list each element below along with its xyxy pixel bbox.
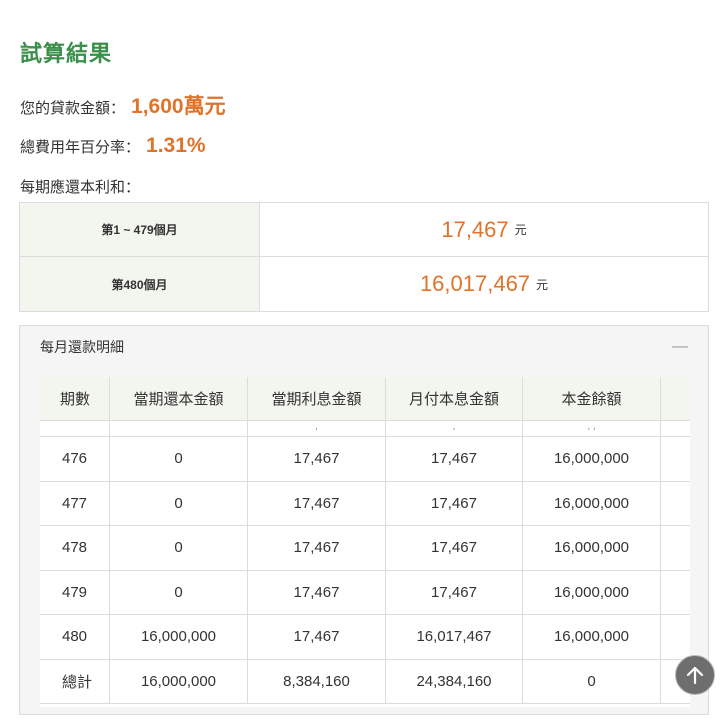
cell-principal: 16,000,000 xyxy=(110,615,248,659)
cell-overflow xyxy=(661,571,690,615)
summary-amount: 16,017,467 xyxy=(419,271,531,296)
apr-label: 總費用年百分率： xyxy=(20,139,141,156)
header-principal: 當期還本金額 xyxy=(110,377,248,420)
apr-value: 1.31% xyxy=(146,134,206,157)
summary-amount: 17,467 xyxy=(441,216,509,242)
cell-principal: 0 xyxy=(110,437,248,481)
cell-interest: 17,467 xyxy=(248,526,386,570)
collapse-icon[interactable]: — xyxy=(672,338,688,356)
cell-period: 479 xyxy=(40,570,110,614)
table-row: 479 0 17,467 17,467 16,000,000 xyxy=(40,570,690,615)
cell-payment: 24,384,160 xyxy=(386,659,523,703)
table-row-clipped: , , , , xyxy=(40,421,690,437)
summary-period: 第480個月 xyxy=(20,257,260,311)
summary-unit: 元 xyxy=(536,277,549,292)
table-row-total: 總計 16,000,000 8,384,160 24,384,160 0 xyxy=(40,659,690,704)
cell xyxy=(661,421,690,436)
cell-balance: 16,000,000 xyxy=(523,570,661,614)
cell-period: 總計 xyxy=(40,659,110,703)
page-title: 試算結果 xyxy=(20,41,113,66)
cell-overflow xyxy=(661,437,690,481)
cell-balance: 0 xyxy=(523,659,661,703)
header-period: 期數 xyxy=(40,377,110,420)
header-interest: 當期利息金額 xyxy=(248,377,386,420)
cell-principal: 0 xyxy=(110,481,248,525)
cell: , xyxy=(386,421,523,436)
cell-payment: 17,467 xyxy=(386,481,523,525)
summary-row: 第1 ~ 479個月 17,467 元 xyxy=(20,203,708,257)
summary-amount-cell: 17,467 元 xyxy=(260,203,708,256)
cell-interest: 17,467 xyxy=(248,615,386,659)
summary-amount-cell: 16,017,467 元 xyxy=(260,257,708,311)
cell-principal: 0 xyxy=(110,526,248,570)
cell-period: 480 xyxy=(40,615,110,659)
arrow-up-icon xyxy=(686,666,704,685)
cell-balance: 16,000,000 xyxy=(523,437,661,481)
cell-principal: 16,000,000 xyxy=(110,659,248,703)
cell-interest: 17,467 xyxy=(248,481,386,525)
loan-amount-value: 1,600萬元 xyxy=(131,95,226,118)
cell xyxy=(110,421,248,436)
header-payment: 月付本息金額 xyxy=(386,377,523,420)
cell-overflow xyxy=(661,526,690,570)
cell-balance: 16,000,000 xyxy=(523,526,661,570)
repayment-table[interactable]: 期數 當期還本金額 當期利息金額 月付本息金額 本金餘額 , , , , 476… xyxy=(40,377,690,707)
cell-overflow xyxy=(661,615,690,659)
cell-period: 477 xyxy=(40,481,110,525)
table-header: 期數 當期還本金額 當期利息金額 月付本息金額 本金餘額 xyxy=(40,377,690,421)
cell-period: 478 xyxy=(40,526,110,570)
table-row: 478 0 17,467 17,467 16,000,000 xyxy=(40,526,690,571)
cell-interest: 8,384,160 xyxy=(248,659,386,703)
cell: , xyxy=(248,421,386,436)
cell-balance: 16,000,000 xyxy=(523,615,661,659)
cell xyxy=(40,421,110,436)
summary-period: 第1 ~ 479個月 xyxy=(20,203,260,256)
summary-row: 第480個月 16,017,467 元 xyxy=(20,257,708,311)
cell-payment: 16,017,467 xyxy=(386,615,523,659)
cell-interest: 17,467 xyxy=(248,437,386,481)
table-row: 476 0 17,467 17,467 16,000,000 xyxy=(40,437,690,482)
table-row: 480 16,000,000 17,467 16,017,467 16,000,… xyxy=(40,615,690,660)
cell-principal: 0 xyxy=(110,570,248,614)
panel-header[interactable]: 每月還款明細 — xyxy=(20,326,708,368)
cell-payment: 17,467 xyxy=(386,526,523,570)
installment-summary-table: 第1 ~ 479個月 17,467 元 第480個月 16,017,467 元 xyxy=(19,202,709,312)
scroll-to-top-button[interactable] xyxy=(675,655,715,695)
cell-payment: 17,467 xyxy=(386,570,523,614)
summary-unit: 元 xyxy=(514,223,527,237)
header-overflow xyxy=(661,377,690,420)
cell: , , xyxy=(523,421,661,436)
loan-amount-label: 您的貸款金額： xyxy=(20,100,126,117)
cell-period: 476 xyxy=(40,437,110,481)
cell-overflow xyxy=(661,482,690,526)
cell-interest: 17,467 xyxy=(248,570,386,614)
cell-balance: 16,000,000 xyxy=(523,481,661,525)
table-row: 477 0 17,467 17,467 16,000,000 xyxy=(40,481,690,526)
cell-payment: 17,467 xyxy=(386,437,523,481)
loan-amount-row: 您的貸款金額： 1,600萬元 xyxy=(20,90,226,120)
repayment-detail-panel: 每月還款明細 — 期數 當期還本金額 當期利息金額 月付本息金額 本金餘額 , … xyxy=(19,325,709,715)
header-balance: 本金餘額 xyxy=(523,377,661,420)
apr-row: 總費用年百分率： 1.31% xyxy=(20,134,206,158)
panel-title: 每月還款明細 xyxy=(40,339,124,355)
installment-label: 每期應還本利和： xyxy=(20,179,141,196)
